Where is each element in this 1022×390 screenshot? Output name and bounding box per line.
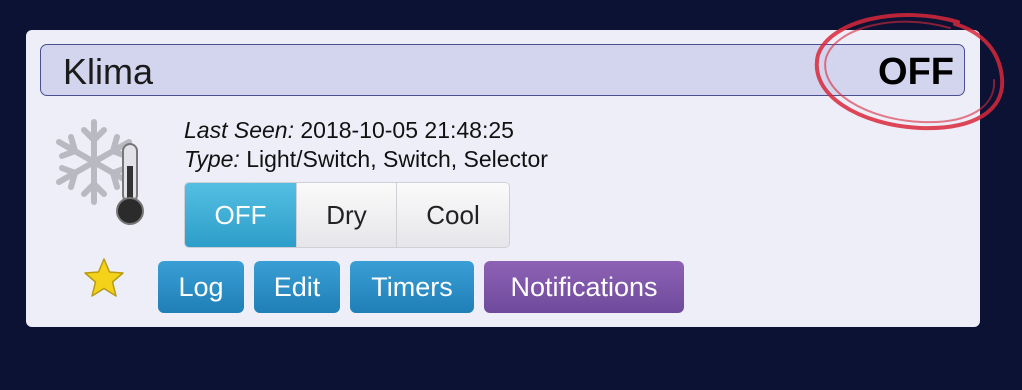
device-status: OFF [878, 51, 954, 93]
selector-dry-button[interactable]: Dry [297, 183, 397, 247]
timers-button[interactable]: Timers [350, 261, 474, 313]
action-buttons: Log Edit Timers Notifications [158, 261, 684, 313]
snowflake-thermometer-icon[interactable] [46, 110, 156, 230]
notifications-button[interactable]: Notifications [484, 261, 684, 313]
selector-cool-button[interactable]: Cool [397, 183, 509, 247]
type-row: Type: Light/Switch, Switch, Selector [184, 145, 548, 174]
device-name: Klima [63, 51, 154, 92]
last-seen-row: Last Seen: 2018-10-05 21:48:25 [184, 116, 548, 145]
log-button[interactable]: Log [158, 261, 244, 313]
device-header: Klima OFF [40, 44, 965, 96]
device-card: Klima OFF Last Seen: 2018-10-05 21:48:25… [26, 30, 980, 327]
star-icon[interactable] [82, 256, 126, 300]
mode-selector: OFF Dry Cool [184, 182, 510, 248]
last-seen-value: 2018-10-05 21:48:25 [300, 117, 514, 143]
edit-button[interactable]: Edit [254, 261, 340, 313]
type-value: Light/Switch, Switch, Selector [246, 146, 548, 172]
type-label: Type: [184, 146, 240, 172]
last-seen-label: Last Seen: [184, 117, 294, 143]
device-info: Last Seen: 2018-10-05 21:48:25 Type: Lig… [184, 116, 548, 174]
selector-off-button[interactable]: OFF [185, 183, 297, 247]
